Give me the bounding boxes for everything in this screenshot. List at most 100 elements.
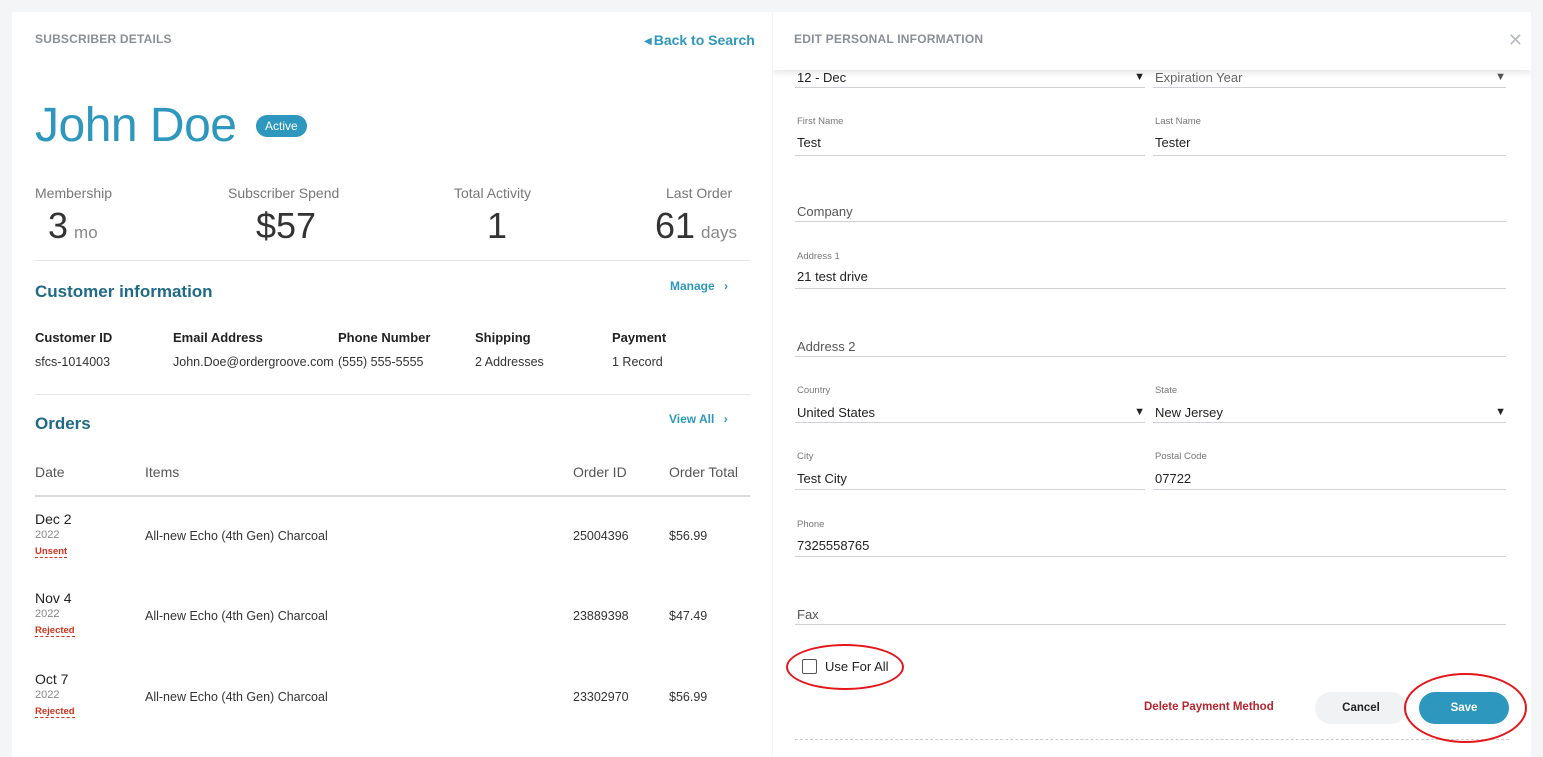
panel-header: EDIT PERSONAL INFORMATION ✕ <box>773 12 1531 70</box>
field-value: United States <box>797 405 876 420</box>
order-item: All-new Echo (4th Gen) Charcoal <box>145 690 328 704</box>
divider <box>35 260 750 261</box>
panel-title: SUBSCRIBER DETAILS <box>35 32 172 46</box>
order-id: 25004396 <box>573 529 629 543</box>
delete-payment-method-link[interactable]: Delete Payment Method <box>1144 701 1274 713</box>
order-item: All-new Echo (4th Gen) Charcoal <box>145 529 328 543</box>
order-total: $47.49 <box>669 609 708 623</box>
order-year: 2022 <box>35 608 60 620</box>
panel-title: EDIT PERSONAL INFORMATION <box>794 32 984 46</box>
stat-unit: days <box>701 223 737 242</box>
field-label: Address 1 <box>797 251 840 262</box>
field-value: New Jersey <box>1155 405 1223 420</box>
order-date: Oct 7 <box>35 671 69 687</box>
chevron-right-icon: › <box>724 279 729 293</box>
orders-heading: Orders <box>35 414 91 433</box>
stat-value: 3 <box>48 205 69 246</box>
stat-label: Last Order <box>666 185 733 201</box>
order-total: $56.99 <box>669 529 708 543</box>
subscriber-details-panel: SUBSCRIBER DETAILS ◀ Back to Search John … <box>12 12 772 757</box>
caret-down-icon: ▼ <box>1495 406 1506 418</box>
order-year: 2022 <box>35 529 60 541</box>
company-field[interactable]: Company <box>795 192 1506 222</box>
column-header: Shipping <box>475 330 531 345</box>
chevron-left-icon: ◀ <box>644 36 652 47</box>
field-value: 21 test drive <box>797 269 868 284</box>
caret-down-icon: ▼ <box>1495 71 1506 83</box>
column-value: 2 Addresses <box>475 355 544 369</box>
email-address-column: Email Address John.Doe@ordergroove.com <box>173 330 334 369</box>
customer-information-heading: Customer information <box>35 282 213 301</box>
field-value: 12 - Dec <box>797 70 847 85</box>
orders-header-order-id: Order ID <box>573 464 627 480</box>
field-label: Last Name <box>1155 116 1201 127</box>
stat-membership: Membership 3 mo <box>35 185 112 247</box>
country-select[interactable]: Country United States ▼ <box>795 385 1145 423</box>
postal-code-field[interactable]: Postal Code 07722 <box>1153 451 1506 490</box>
order-status: Unsent <box>35 546 68 558</box>
field-placeholder: Address 2 <box>797 339 856 354</box>
field-placeholder: Expiration Year <box>1155 70 1243 85</box>
manage-link[interactable]: Manage › <box>670 279 728 293</box>
column-value: (555) 555-5555 <box>338 355 424 369</box>
field-label: First Name <box>797 116 844 127</box>
column-header: Phone Number <box>338 330 431 345</box>
back-to-search-label: Back to Search <box>653 32 755 48</box>
order-status: Rejected <box>35 706 75 718</box>
field-label: City <box>797 451 814 462</box>
phone-number-column: Phone Number (555) 555-5555 <box>338 330 430 369</box>
chevron-right-icon: › <box>723 412 728 426</box>
field-label: Postal Code <box>1155 451 1207 462</box>
table-row[interactable]: Oct 7 2022 Rejected All-new Echo (4th Ge… <box>35 671 750 731</box>
orders-header-items: Items <box>145 464 180 480</box>
order-id: 23302970 <box>573 690 629 704</box>
phone-field[interactable]: Phone 7325558765 <box>795 519 1506 557</box>
view-all-link[interactable]: View All › <box>669 412 728 426</box>
column-header: Payment <box>612 330 667 345</box>
last-name-field[interactable]: Last Name Tester <box>1153 116 1506 156</box>
field-label: Country <box>797 385 831 396</box>
customer-id-column: Customer ID sfcs-1014003 <box>35 330 112 369</box>
order-date: Dec 2 <box>35 511 72 527</box>
caret-down-icon: ▼ <box>1134 71 1145 83</box>
stat-last-order: Last Order 61 days <box>655 185 737 247</box>
stat-total-activity: Total Activity 1 <box>454 185 531 247</box>
order-date: Nov 4 <box>35 590 72 606</box>
annotation-circle <box>1404 673 1527 743</box>
cancel-button[interactable]: Cancel <box>1315 692 1407 724</box>
order-id: 23889398 <box>573 609 629 623</box>
field-value: Tester <box>1155 135 1191 150</box>
stat-value: $57 <box>256 205 317 246</box>
order-year: 2022 <box>35 689 60 701</box>
stat-value: 61 <box>655 205 696 246</box>
payment-column: Payment 1 Record <box>612 330 666 369</box>
stat-unit: mo <box>74 223 98 242</box>
back-to-search-link[interactable]: ◀ Back to Search <box>644 32 755 48</box>
close-icon[interactable]: ✕ <box>1508 30 1523 51</box>
first-name-field[interactable]: First Name Test <box>795 116 1145 156</box>
column-header: Customer ID <box>35 330 113 345</box>
divider <box>35 394 750 395</box>
table-row[interactable]: Nov 4 2022 Rejected All-new Echo (4th Ge… <box>35 590 750 650</box>
table-row[interactable]: Dec 2 2022 Unsent All-new Echo (4th Gen)… <box>35 511 750 571</box>
state-select[interactable]: State New Jersey ▼ <box>1153 385 1506 423</box>
city-field[interactable]: City Test City <box>795 451 1145 490</box>
field-value: Test <box>797 135 821 150</box>
table-header-divider <box>35 495 750 497</box>
orders-header-order-total: Order Total <box>669 464 738 480</box>
field-placeholder: Fax <box>797 607 819 622</box>
address2-field[interactable]: Address 2 <box>795 327 1506 357</box>
field-label: State <box>1155 385 1178 396</box>
caret-down-icon: ▼ <box>1134 406 1145 418</box>
stat-subscriber-spend: Subscriber Spend $57 <box>228 185 339 247</box>
address1-field[interactable]: Address 1 21 test drive <box>795 251 1506 289</box>
status-badge: Active <box>256 115 307 137</box>
order-status: Rejected <box>35 625 75 637</box>
annotation-circle <box>786 644 904 690</box>
subscriber-name: John Doe <box>35 99 237 152</box>
edit-personal-information-panel: EDIT PERSONAL INFORMATION ✕ 12 - Dec ▼ E… <box>773 12 1531 757</box>
fax-field[interactable]: Fax <box>795 595 1506 625</box>
column-value: 1 Record <box>612 355 663 369</box>
stat-label: Membership <box>35 185 113 201</box>
field-value: 7325558765 <box>797 538 870 553</box>
